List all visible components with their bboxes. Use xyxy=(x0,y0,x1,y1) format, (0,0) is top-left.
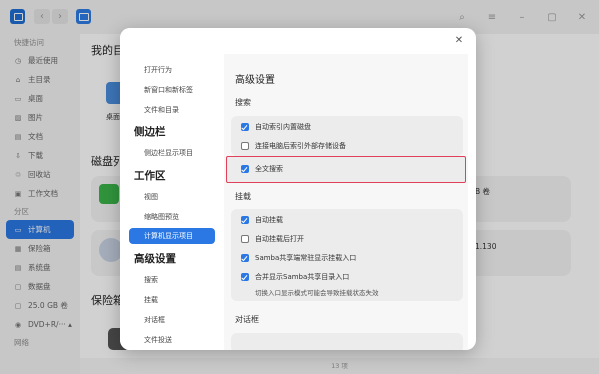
settings-dialog: ✕ 打开行为 新窗口和新标签 文件和目录 侧边栏 侧边栏显示项目 工作区 视图 … xyxy=(120,28,476,350)
checkbox-checked-icon[interactable] xyxy=(241,165,249,173)
nav-group-sidebar[interactable]: 侧边栏 xyxy=(134,124,166,139)
search-section-heading: 搜索 xyxy=(235,98,251,107)
option-auto-index-internal[interactable]: 自动索引内置磁盘 xyxy=(241,121,311,133)
option-label: 自动索引内置磁盘 xyxy=(255,123,311,131)
option-index-external[interactable]: 连接电脑后索引外部存储设备 xyxy=(241,140,346,152)
nav-item-computer-display[interactable]: 计算机显示项目 xyxy=(129,228,215,244)
mount-options-panel: 自动挂载 自动挂载后打开 Samba共享端常驻显示挂载入口 合并显示Samba共… xyxy=(231,209,463,301)
file-manager-window: ‹ › ⌕ ≡ – ▢ ✕ 快捷访问 ◷ 最近使用 ⌂ 主目录 ▭ 桌面 ▨ 图片 ▤ 文档 ⇩ 下载… xyxy=(0,0,599,374)
option-label: 自动挂载后打开 xyxy=(255,235,304,243)
option-label: 全文搜索 xyxy=(255,165,283,173)
option-label: Samba共享端常驻显示挂载入口 xyxy=(255,254,357,262)
checkbox-unchecked-icon[interactable] xyxy=(241,235,249,243)
option-open-after-mount[interactable]: 自动挂载后打开 xyxy=(241,233,304,245)
option-samba-merge[interactable]: 合并显示Samba共享目录入口 xyxy=(241,271,349,283)
settings-content: 高级设置 搜索 自动索引内置磁盘 连接电脑后索引外部存储设备 全文搜索 挂载 自… xyxy=(224,54,468,350)
nav-group-workspace[interactable]: 工作区 xyxy=(134,168,166,183)
option-label: 连接电脑后索引外部存储设备 xyxy=(255,142,346,150)
nav-item-files-dirs[interactable]: 文件和目录 xyxy=(144,105,179,115)
option-auto-mount[interactable]: 自动挂载 xyxy=(241,214,283,226)
nav-item-thumbnail-preview[interactable]: 缩略图预览 xyxy=(144,212,179,222)
checkbox-unchecked-icon[interactable] xyxy=(241,142,249,150)
nav-item-open-behavior[interactable]: 打开行为 xyxy=(144,65,172,75)
nav-group-advanced[interactable]: 高级设置 xyxy=(134,251,176,266)
checkbox-checked-icon[interactable] xyxy=(241,273,249,281)
fulltext-search-highlight: 全文搜索 xyxy=(226,156,466,183)
advanced-settings-title: 高级设置 xyxy=(235,75,275,86)
dialog-section-heading: 对话框 xyxy=(235,315,259,324)
option-label: 合并显示Samba共享目录入口 xyxy=(255,273,350,281)
checkbox-checked-icon[interactable] xyxy=(241,254,249,262)
nav-item-dialog[interactable]: 对话框 xyxy=(144,315,165,325)
mount-warning-note: 切换入口显示模式可能会导致挂载状态失效 xyxy=(255,289,379,297)
nav-item-search[interactable]: 搜索 xyxy=(144,275,158,285)
checkbox-checked-icon[interactable] xyxy=(241,216,249,224)
option-samba-resident[interactable]: Samba共享端常驻显示挂载入口 xyxy=(241,252,356,264)
nav-item-view[interactable]: 视图 xyxy=(144,192,158,202)
dialog-options-panel xyxy=(231,333,463,350)
search-options-panel: 自动索引内置磁盘 连接电脑后索引外部存储设备 xyxy=(231,116,463,156)
nav-item-new-window-tab[interactable]: 新窗口和新标签 xyxy=(144,85,193,95)
nav-item-mount[interactable]: 挂载 xyxy=(144,295,158,305)
option-fulltext-search[interactable]: 全文搜索 xyxy=(241,163,283,175)
mount-section-heading: 挂载 xyxy=(235,192,251,201)
nav-item-sidebar-items[interactable]: 侧边栏显示项目 xyxy=(144,148,193,158)
settings-nav: 打开行为 新窗口和新标签 文件和目录 侧边栏 侧边栏显示项目 工作区 视图 缩略… xyxy=(120,28,224,350)
checkbox-checked-icon[interactable] xyxy=(241,123,249,131)
close-icon[interactable]: ✕ xyxy=(452,34,466,48)
option-label: 自动挂载 xyxy=(255,216,283,224)
nav-item-file-transfer[interactable]: 文件投送 xyxy=(144,335,172,345)
